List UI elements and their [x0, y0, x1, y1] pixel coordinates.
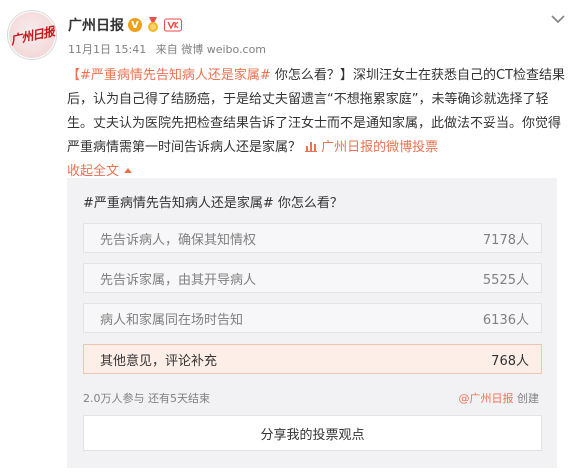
share-vote-button[interactable]: 分享我的投票观点 — [83, 415, 542, 451]
poll-creator-link[interactable]: @广州日报 — [459, 392, 514, 405]
vote-link[interactable]: 广州日报的微博投票 — [301, 140, 438, 155]
poll-remaining: 还有5天结束 — [148, 392, 210, 405]
chevron-down-icon[interactable] — [551, 14, 565, 24]
poll-title: #严重病情先告知病人还是家属# 你怎么看？ — [83, 196, 343, 211]
poll-option[interactable]: 先告诉病人，确保其知情权 7178人 — [83, 223, 542, 253]
poll-option-selected[interactable]: 其他意见，评论补充 768人 — [83, 344, 542, 374]
avatar-logo-text: 广州日报 — [8, 11, 56, 59]
poll-creator: @广州日报 创建 — [459, 390, 540, 406]
poll-option-count: 7178人 — [482, 232, 529, 248]
vote-bar-icon — [305, 142, 318, 152]
poll-option-label: 先告诉病人，确保其知情权 — [100, 232, 257, 248]
chevron-up-icon — [124, 168, 133, 173]
poll-option-count: 768人 — [491, 353, 529, 369]
author-row: 广州日报 V — [68, 15, 182, 35]
poll-stats: 2.0万人参与 还有5天结束 — [83, 390, 210, 406]
poll-option-count: 6136人 — [482, 312, 529, 328]
post-time[interactable]: 11月1日 15:41 — [68, 43, 146, 56]
poll-option[interactable]: 病人和家属同在场时告知 6136人 — [83, 303, 542, 333]
poll-card: #严重病情先告知病人还是家属# 你怎么看？ 先告诉病人，确保其知情权 7178人… — [67, 178, 557, 468]
share-vote-label: 分享我的投票观点 — [260, 427, 365, 443]
post-text: 【#严重病情先告知病人还是家属# 你怎么看？】深圳汪女士在获悉自己的CT检查结果… — [67, 64, 572, 184]
post-question: 你怎么看？】 — [270, 68, 353, 83]
collapse-link[interactable]: 收起全文 — [67, 164, 133, 179]
medal-icon — [148, 17, 158, 32]
poll-option-label: 先告诉家属，由其开导病人 — [100, 272, 257, 288]
poll-option[interactable]: 先告诉家属，由其开导病人 5525人 — [83, 263, 542, 293]
poll-option-label: 其他意见，评论补充 — [100, 353, 218, 369]
poll-participants: 2.0万人参与 — [83, 392, 145, 405]
verified-v-icon: V — [128, 18, 142, 32]
member-icon — [164, 18, 182, 32]
poll-option-label: 病人和家属同在场时告知 — [100, 312, 244, 328]
topic-link[interactable]: 【#严重病情先告知病人还是家属# — [67, 68, 271, 83]
avatar[interactable]: 广州日报 — [7, 10, 57, 60]
poll-option-count: 5525人 — [482, 272, 529, 288]
author-name[interactable]: 广州日报 — [68, 15, 124, 35]
collapse-label: 收起全文 — [67, 164, 120, 179]
post-meta: 11月1日 15:41 来自 微博 weibo.com — [68, 41, 272, 57]
post-source: 来自 微博 weibo.com — [155, 43, 267, 56]
poll-created-label: 创建 — [517, 392, 539, 405]
vote-link-label: 广州日报的微博投票 — [321, 140, 439, 155]
